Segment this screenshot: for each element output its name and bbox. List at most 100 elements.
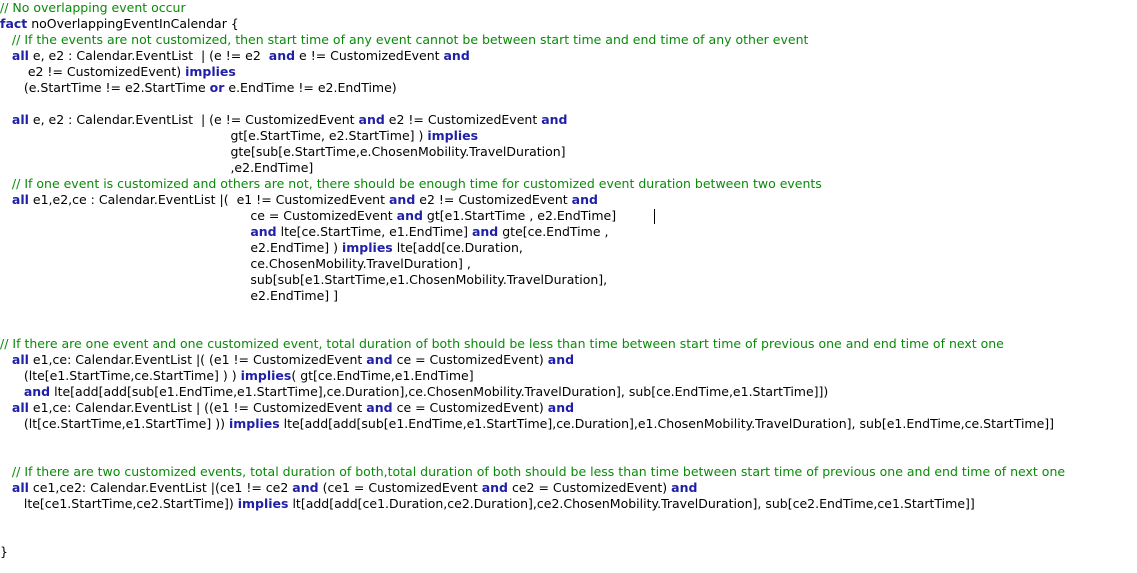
text-cursor xyxy=(654,209,655,224)
code-text: e2.EndTime] ) xyxy=(0,240,342,255)
code-text: gte[ce.EndTime , xyxy=(498,224,609,239)
code-keyword: all xyxy=(11,112,29,127)
code-keyword: implies xyxy=(342,240,393,255)
code-line: lte[ce1.StartTime,ce2.StartTime]) implie… xyxy=(0,496,975,512)
code-text: ce.ChosenMobility.TravelDuration] , xyxy=(0,256,471,271)
code-editor[interactable]: // No overlapping event occur fact noOver… xyxy=(0,0,1137,573)
code-line: gte[sub[e.StartTime,e.ChosenMobility.Tra… xyxy=(0,144,566,160)
code-text: (ce1 = CustomizedEvent xyxy=(318,480,482,495)
code-keyword: all xyxy=(11,192,29,207)
code-keyword: fact xyxy=(0,16,28,31)
code-line: sub[sub[e1.StartTime,e1.ChosenMobility.T… xyxy=(0,272,607,288)
code-text: } xyxy=(0,544,8,559)
code-line: (lt[ce.StartTime,e1.StartTime] )) implie… xyxy=(0,416,1054,432)
code-keyword: implies xyxy=(240,368,292,383)
code-line: all e, e2 : Calendar.EventList | (e != C… xyxy=(0,112,568,128)
code-text: sub[sub[e1.StartTime,e1.ChosenMobility.T… xyxy=(0,272,608,287)
code-keyword: and xyxy=(547,400,575,415)
code-keyword: and xyxy=(23,384,51,399)
code-keyword: all xyxy=(11,400,29,415)
code-keyword: and xyxy=(541,112,568,127)
code-text: gt[e1.StartTime , e2.EndTime] xyxy=(422,208,617,223)
code-text: lte[add[add[sub[e1.EndTime,e1.StartTime]… xyxy=(279,416,1055,431)
code-text: lt[add[add[ce1.Duration,ce2.Duration],ce… xyxy=(288,496,975,511)
code-keyword: implies xyxy=(427,128,479,143)
code-text: ce = CustomizedEvent xyxy=(0,208,397,223)
code-line: (lte[e1.StartTime,ce.StartTime] ) ) impl… xyxy=(0,368,474,384)
code-text: e.EndTime != e2.EndTime) xyxy=(224,80,397,95)
code-line: gt[e.StartTime, e2.StartTime] ) implies xyxy=(0,128,478,144)
code-text: e1,ce: Calendar.EventList | ((e1 != Cust… xyxy=(28,400,367,415)
code-line: e2.EndTime] ) implies lte[add[ce.Duratio… xyxy=(0,240,523,256)
code-keyword: and xyxy=(481,480,509,495)
code-text: e, e2 : Calendar.EventList | (e != Custo… xyxy=(28,112,359,127)
code-line: and lte[add[add[sub[e1.EndTime,e1.StartT… xyxy=(0,384,828,400)
code-text: lte[ce1.StartTime,ce2.StartTime]) xyxy=(0,496,238,511)
code-text: gte[sub[e.StartTime,e.ChosenMobility.Tra… xyxy=(0,144,566,159)
code-keyword: and xyxy=(358,112,385,127)
code-line: all e1,ce: Calendar.EventList | ((e1 != … xyxy=(0,400,574,416)
code-text: lte[add[ce.Duration, xyxy=(392,240,523,255)
code-keyword: and xyxy=(366,352,393,367)
code-line: e2 != CustomizedEvent) implies xyxy=(0,64,236,80)
code-text: ce2 = CustomizedEvent) xyxy=(508,480,672,495)
code-text: e1,ce: Calendar.EventList |( (e1 != Cust… xyxy=(28,352,367,367)
code-text: (lt[ce.StartTime,e1.StartTime] )) xyxy=(0,416,229,431)
code-keyword: and xyxy=(547,352,575,367)
code-text: gt[e.StartTime, e2.StartTime] ) xyxy=(0,128,428,143)
code-line: and lte[ce.StartTime, e1.EndTime] and gt… xyxy=(0,224,608,240)
code-keyword: all xyxy=(11,48,29,63)
code-text: e, e2 : Calendar.EventList | (e != e2 xyxy=(28,48,269,63)
code-line: // If the events are not customized, the… xyxy=(0,32,808,48)
code-text: ,e2.EndTime] xyxy=(0,160,314,175)
code-line: all e1,e2,ce : Calendar.EventList |( e1 … xyxy=(0,192,598,208)
code-keyword: and xyxy=(471,224,499,239)
code-text: noOverlappingEventInCalendar { xyxy=(27,16,239,31)
code-comment: // If the events are not customized, the… xyxy=(11,32,809,47)
code-text: ce1,ce2: Calendar.EventList |(ce1 != ce2 xyxy=(28,480,293,495)
code-line: // If there are two customized events, t… xyxy=(0,464,1065,480)
code-comment: // No overlapping event occur xyxy=(0,0,186,15)
code-text: e1,e2,ce : Calendar.EventList |( e1 != C… xyxy=(28,192,389,207)
code-comment: // If there are one event and one custom… xyxy=(0,336,1004,351)
code-line: // If there are one event and one custom… xyxy=(0,336,1004,352)
code-line: ce = CustomizedEvent and gt[e1.StartTime… xyxy=(0,208,616,224)
code-keyword: implies xyxy=(185,64,236,79)
code-comment: // If there are two customized events, t… xyxy=(11,464,1066,479)
code-keyword: and xyxy=(443,48,470,63)
code-line: // If one event is customized and others… xyxy=(0,176,822,192)
code-keyword: and xyxy=(366,400,393,415)
code-line: fact noOverlappingEventInCalendar { xyxy=(0,16,239,32)
code-text: lte[add[add[sub[e1.EndTime,e1.StartTime]… xyxy=(50,384,829,399)
code-text: ce = CustomizedEvent) xyxy=(392,400,548,415)
code-text: (lte[e1.StartTime,ce.StartTime] ) ) xyxy=(0,368,241,383)
code-keyword: implies xyxy=(228,416,280,431)
code-keyword: and xyxy=(571,192,598,207)
code-line: } xyxy=(0,544,8,560)
code-keyword: and xyxy=(396,208,423,223)
code-keyword: and xyxy=(292,480,319,495)
code-keyword: all xyxy=(11,480,29,495)
code-keyword: and xyxy=(388,192,416,207)
code-line: all e, e2 : Calendar.EventList | (e != e… xyxy=(0,48,470,64)
code-text: e2.EndTime] ] xyxy=(0,288,339,303)
code-text: e2 != CustomizedEvent) xyxy=(0,64,186,79)
code-line: // No overlapping event occur xyxy=(0,0,186,16)
code-text: ce = CustomizedEvent) xyxy=(392,352,548,367)
code-keyword: implies xyxy=(237,496,289,511)
code-text: e != CustomizedEvent xyxy=(295,48,444,63)
code-text: (e.StartTime != e2.StartTime xyxy=(0,80,210,95)
code-text: ( gt[ce.EndTime,e1.EndTime] xyxy=(291,368,474,383)
code-keyword: and xyxy=(250,224,277,239)
code-keyword: and xyxy=(671,480,698,495)
code-keyword: all xyxy=(11,352,29,367)
code-line: ,e2.EndTime] xyxy=(0,160,313,176)
